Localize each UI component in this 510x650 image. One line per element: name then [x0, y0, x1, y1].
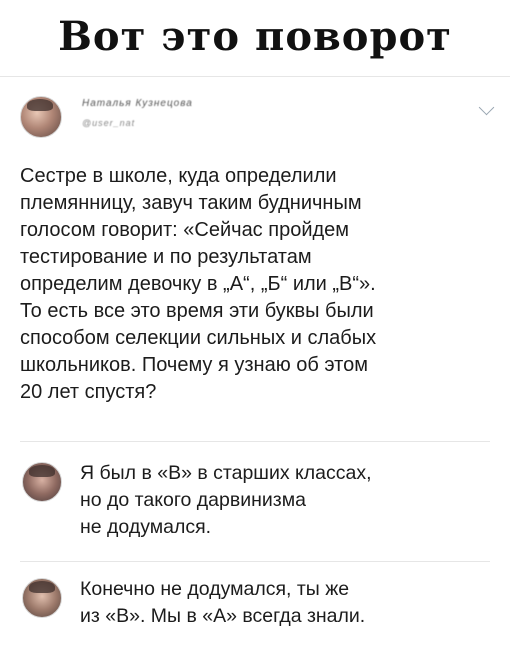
caption-divider: [0, 76, 510, 77]
reply-divider: [20, 441, 490, 442]
post-text-line: То есть все это время эти буквы были: [20, 300, 374, 322]
reply-text-line: из «В». Мы в «А» всегда знали.: [80, 605, 366, 627]
reply-text-line: не додумался.: [80, 516, 212, 538]
post-text-line: определим девочку в „А“, „Б“ или „В“».: [20, 273, 376, 295]
author-handle[interactable]: @user_nat: [82, 118, 135, 128]
reply-avatar[interactable]: [22, 578, 62, 618]
author-avatar[interactable]: [20, 96, 62, 138]
reply-text-line: Конечно не додумался, ты же: [80, 578, 350, 600]
post-text-line: способом селекции сильных и слабых: [20, 327, 377, 349]
meme-caption: Вот это поворот: [58, 12, 452, 60]
reply-text-line: Я был в «В» в старших классах,: [80, 462, 372, 484]
post-text-line: Сестре в школе, куда определили: [20, 165, 337, 187]
chevron-down-icon[interactable]: [478, 99, 495, 116]
reply-divider: [20, 561, 490, 562]
post-text: Сестре в школе, куда определили племянни…: [20, 163, 480, 406]
post-text-line: 20 лет спустя?: [20, 381, 157, 403]
reply-text: Я был в «В» в старших классах, но до так…: [80, 460, 480, 541]
reply-avatar[interactable]: [22, 462, 62, 502]
post-text-line: тестирование и по результатам: [20, 246, 312, 268]
reply-text: Конечно не додумался, ты же из «В». Мы в…: [80, 576, 480, 630]
reply-text-line: но до такого дарвинизма: [80, 489, 306, 511]
post-text-line: голосом говорит: «Сейчас пройдем: [20, 219, 350, 241]
post-text-line: племянницу, завуч таким будничным: [20, 192, 362, 214]
post-text-line: школьников. Почему я узнаю об этом: [20, 354, 368, 376]
author-name[interactable]: Наталья Кузнецова: [82, 98, 193, 109]
